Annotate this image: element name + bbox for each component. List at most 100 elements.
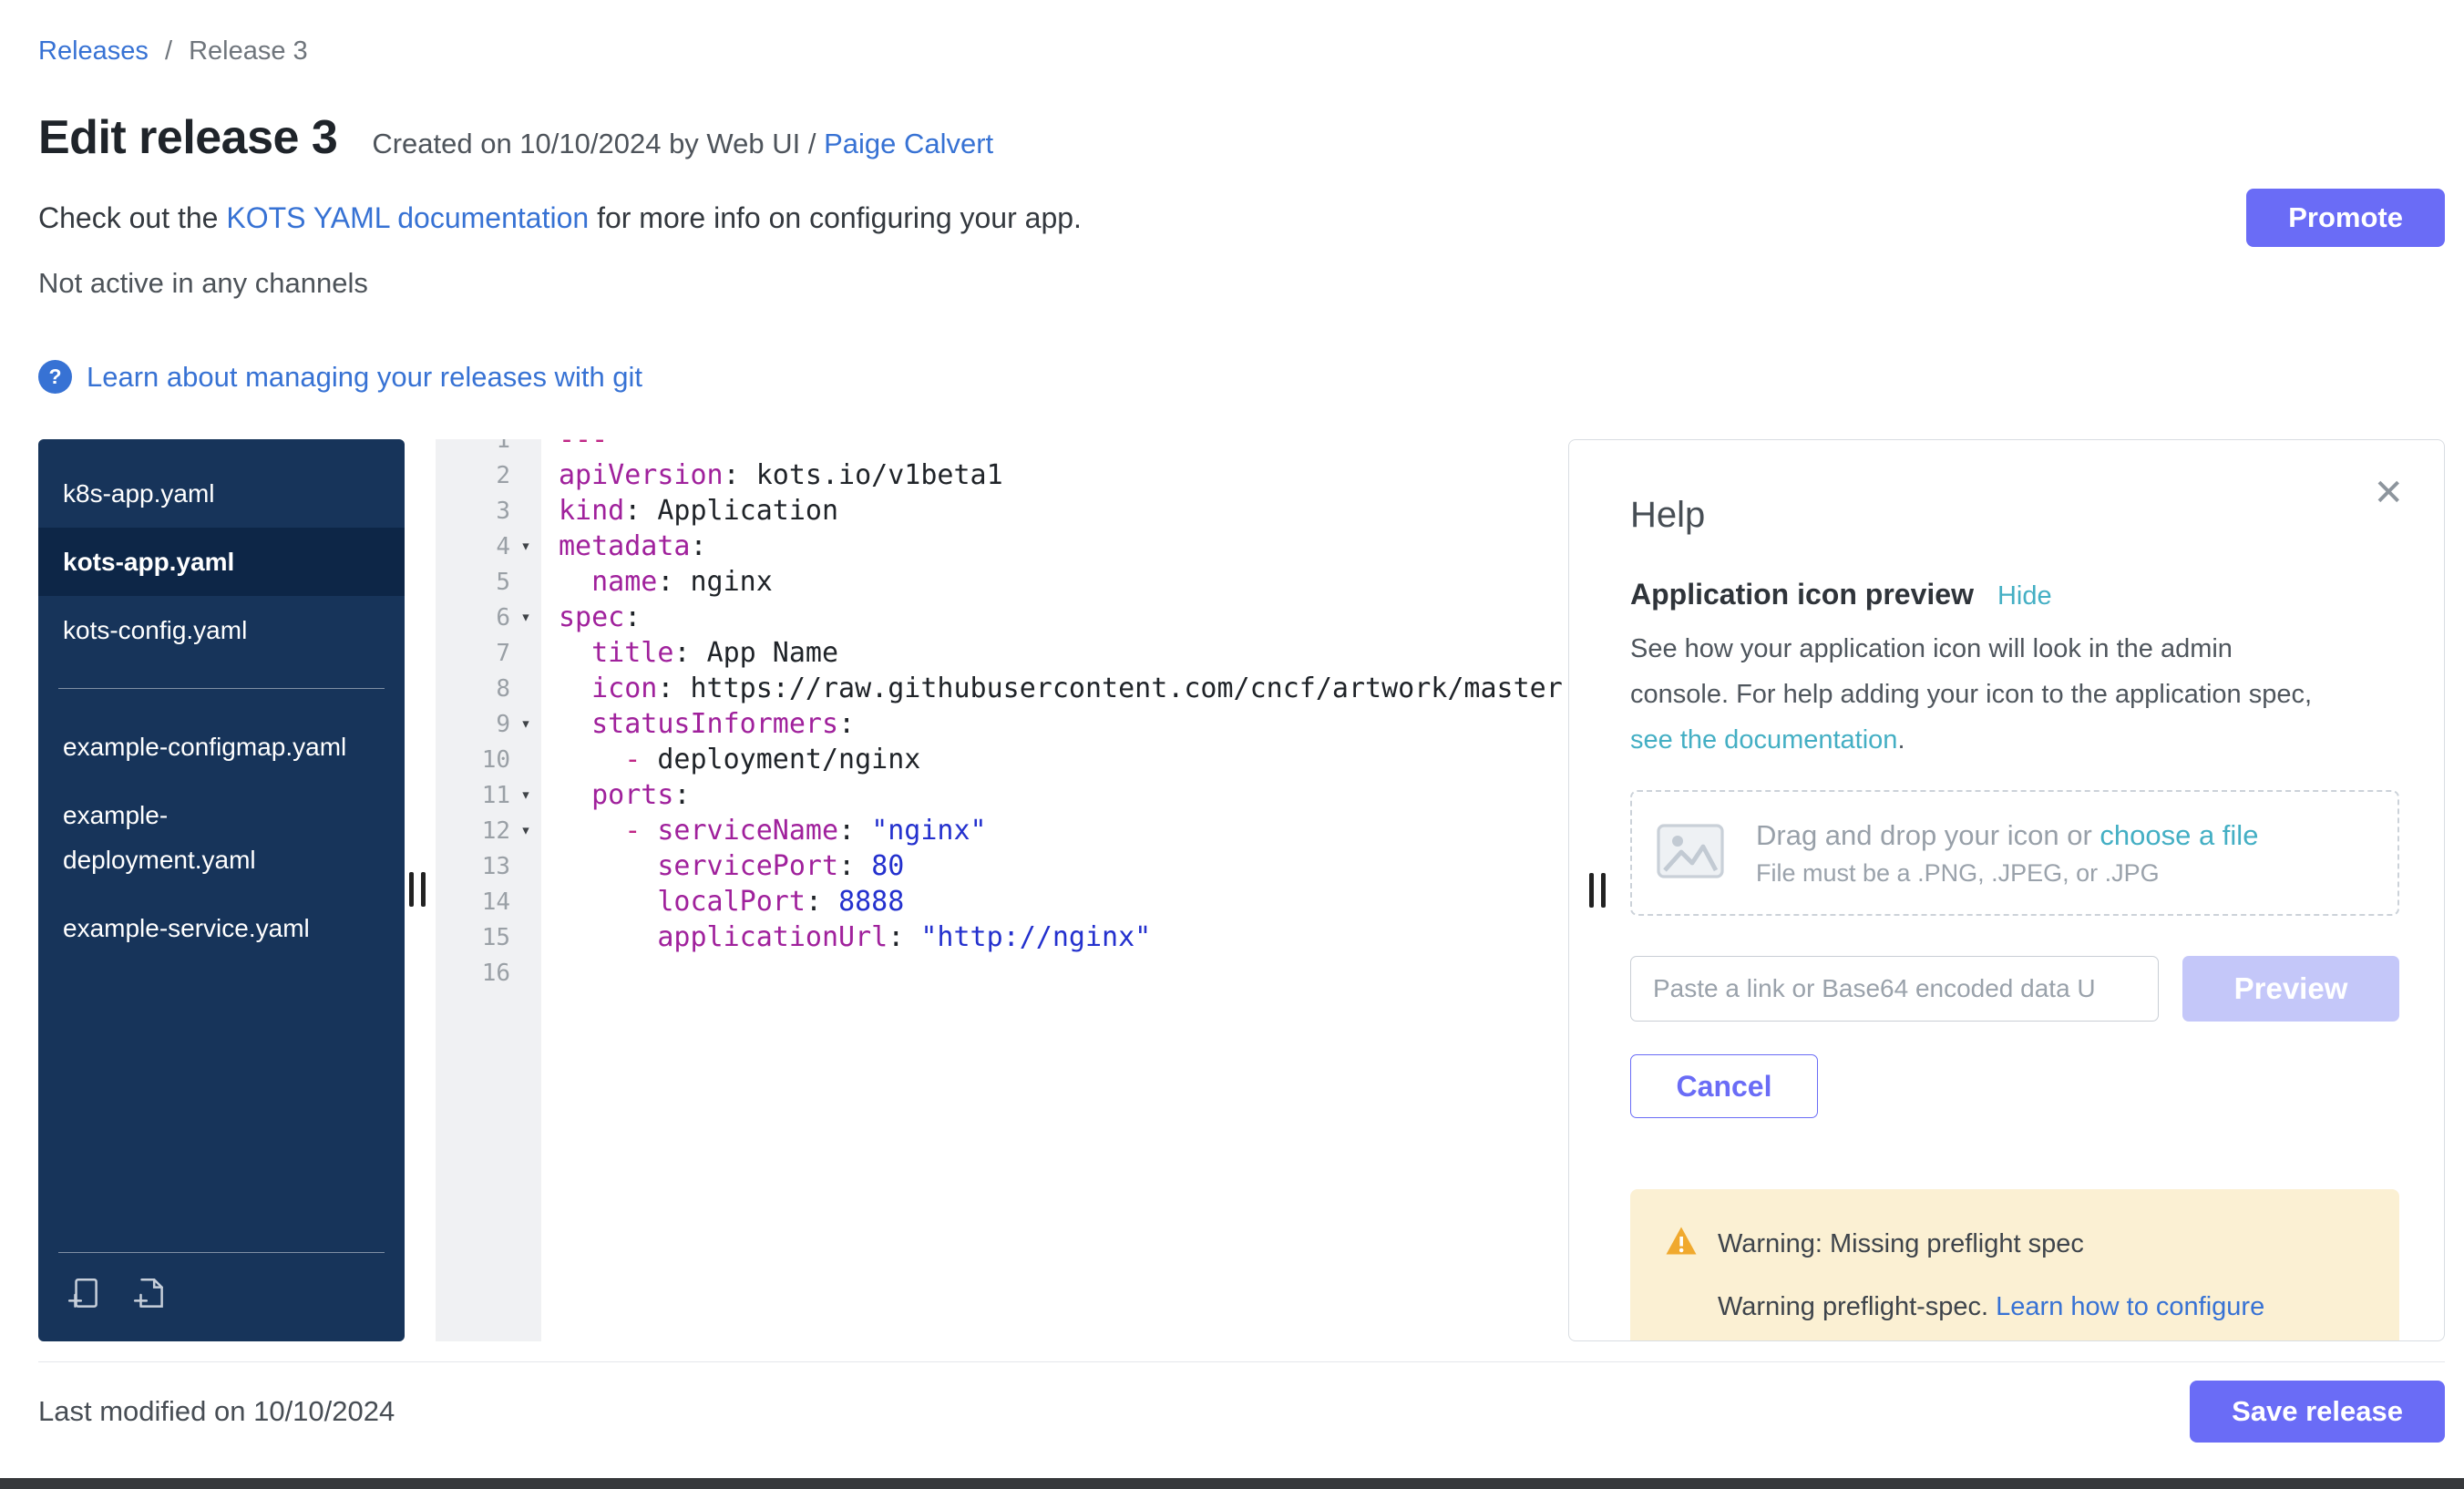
dropzone-instruction: Drag and drop your icon or	[1756, 819, 2100, 851]
code-line[interactable]: 16	[436, 955, 1568, 991]
cancel-button[interactable]: Cancel	[1630, 1054, 1818, 1118]
workspace: k8s-app.yamlkots-app.yamlkots-config.yam…	[38, 439, 2445, 1341]
gutter-cell: 16	[436, 960, 541, 987]
gutter-cell: 4▾	[436, 533, 541, 560]
code-line-text: ports:	[541, 779, 691, 811]
save-release-button[interactable]: Save release	[2190, 1381, 2445, 1443]
docs-row: Check out the KOTS YAML documentation fo…	[38, 189, 2445, 247]
preview-button[interactable]: Preview	[2182, 956, 2399, 1022]
gutter-cell: 10	[436, 746, 541, 774]
code-line-text: servicePort: 80	[541, 850, 904, 882]
hide-link[interactable]: Hide	[1997, 581, 2052, 611]
file-tree-item[interactable]: k8s-app.yaml	[38, 459, 405, 528]
code-line[interactable]: 14 localPort: 8888	[436, 884, 1568, 919]
pane-resize-handle[interactable]	[1589, 873, 1606, 908]
fold-arrow-icon[interactable]: ▾	[510, 715, 541, 733]
code-line[interactable]: 4▾metadata:	[436, 529, 1568, 564]
code-line[interactable]: 9▾ statusInformers:	[436, 706, 1568, 742]
code-line-text: - deployment/nginx	[541, 744, 920, 775]
file-tree-item[interactable]: kots-config.yaml	[38, 596, 405, 664]
line-number: 14	[436, 888, 510, 916]
line-number: 12	[436, 817, 510, 845]
code-line-text: title: App Name	[541, 637, 838, 669]
line-number: 8	[436, 675, 510, 703]
icon-preview-description: See how your application icon will look …	[1630, 626, 2323, 763]
warning-triangle-icon	[1665, 1226, 1698, 1263]
line-number: 10	[436, 746, 510, 774]
fold-arrow-icon[interactable]: ▾	[510, 538, 541, 555]
code-line-text: kind: Application	[541, 495, 838, 527]
page-title: Edit release 3	[38, 110, 337, 165]
sidebar-footer	[58, 1252, 385, 1341]
fold-arrow-icon[interactable]: ▾	[510, 609, 541, 626]
code-line-text: statusInformers:	[541, 708, 855, 740]
close-icon[interactable]: ✕	[2373, 475, 2404, 511]
promote-button[interactable]: Promote	[2246, 189, 2445, 247]
line-number: 3	[436, 498, 510, 525]
new-file-icon	[131, 1275, 169, 1316]
line-number: 6	[436, 604, 510, 632]
warning-title: Warning: Missing preflight spec	[1718, 1229, 2084, 1259]
file-tree-item[interactable]: example-configmap.yaml	[38, 713, 405, 781]
breadcrumb-releases-link[interactable]: Releases	[38, 36, 149, 66]
git-releases-link[interactable]: Learn about managing your releases with …	[87, 361, 642, 394]
file-tree-item[interactable]: example-deployment.yaml	[38, 781, 405, 894]
gutter-cell: 5	[436, 569, 541, 596]
see-documentation-link[interactable]: see the documentation	[1630, 725, 1897, 755]
choose-file-link[interactable]: choose a file	[2100, 819, 2258, 851]
gutter-cell: 7	[436, 640, 541, 667]
author-link[interactable]: Paige Calvert	[824, 128, 993, 159]
code-line[interactable]: 7 title: App Name	[436, 635, 1568, 671]
gutter-cell: 15	[436, 924, 541, 951]
code-line[interactable]: 15 applicationUrl: "http://nginx"	[436, 919, 1568, 955]
import-file-button[interactable]	[66, 1275, 104, 1316]
warning-body: Warning preflight-spec. Learn how to con…	[1718, 1292, 2365, 1322]
help-panel: ✕ Help Application icon preview Hide See…	[1568, 439, 2445, 1341]
gutter-cell: 3	[436, 498, 541, 525]
code-line[interactable]: 5 name: nginx	[436, 564, 1568, 600]
gutter-cell: 14	[436, 888, 541, 916]
docs-prefix: Check out the	[38, 201, 226, 234]
file-tree-item[interactable]: kots-app.yaml	[38, 528, 405, 596]
footer: Last modified on 10/10/2024 Save release	[38, 1361, 2445, 1443]
code-editor[interactable]: 1---2apiVersion: kots.io/v1beta1 3 kind: A…	[436, 439, 1568, 1341]
code-line[interactable]: 8 icon: https://raw.githubusercontent.co…	[436, 671, 1568, 706]
code-line[interactable]: 6▾spec:	[436, 600, 1568, 635]
gutter-cell: 1	[436, 439, 541, 454]
code-line[interactable]: 10 - deployment/nginx	[436, 742, 1568, 777]
gutter-cell: 11▾	[436, 782, 541, 809]
kots-yaml-docs-link[interactable]: KOTS YAML documentation	[226, 201, 589, 234]
code-line[interactable]: 1---	[436, 439, 1568, 457]
gutter-cell: 8	[436, 675, 541, 703]
code-line-text: metadata:	[541, 530, 707, 562]
gutter-cell: 12▾	[436, 817, 541, 845]
code-line[interactable]: 13 servicePort: 80	[436, 848, 1568, 884]
dropzone-hint: File must be a .PNG, .JPEG, or .JPG	[1756, 859, 2258, 888]
code-line[interactable]: 12▾ - serviceName: "nginx"	[436, 813, 1568, 848]
new-file-button[interactable]	[131, 1275, 169, 1316]
docs-text: Check out the KOTS YAML documentation fo…	[38, 201, 1082, 235]
breadcrumb-separator: /	[165, 36, 172, 66]
git-help-row: ? Learn about managing your releases wit…	[38, 360, 2445, 394]
code-line-text: spec:	[541, 601, 641, 633]
line-number: 9	[436, 711, 510, 738]
pane-resize-handle[interactable]	[409, 872, 426, 907]
icon-url-input[interactable]	[1630, 956, 2159, 1022]
bottom-edge-strip	[0, 1478, 2464, 1489]
channel-status: Not active in any channels	[38, 267, 2445, 300]
file-tree-divider	[58, 688, 385, 689]
breadcrumb: Releases / Release 3	[38, 36, 2445, 67]
fold-arrow-icon[interactable]: ▾	[510, 786, 541, 804]
import-file-icon	[66, 1275, 104, 1316]
line-number: 11	[436, 782, 510, 809]
file-tree-item[interactable]: example-service.yaml	[38, 894, 405, 962]
fold-arrow-icon[interactable]: ▾	[510, 822, 541, 839]
code-line-text: - serviceName: "nginx"	[541, 815, 987, 847]
code-line[interactable]: 3 kind: Application	[436, 493, 1568, 529]
line-number: 4	[436, 533, 510, 560]
code-line[interactable]: 2apiVersion: kots.io/v1beta1	[436, 457, 1568, 493]
learn-how-to-configure-link[interactable]: Learn how to configure	[1996, 1292, 2264, 1321]
code-line[interactable]: 11▾ ports:	[436, 777, 1568, 813]
icon-dropzone[interactable]: Drag and drop your icon or choose a file…	[1630, 790, 2399, 916]
dropzone-text: Drag and drop your icon or choose a file…	[1756, 819, 2258, 888]
